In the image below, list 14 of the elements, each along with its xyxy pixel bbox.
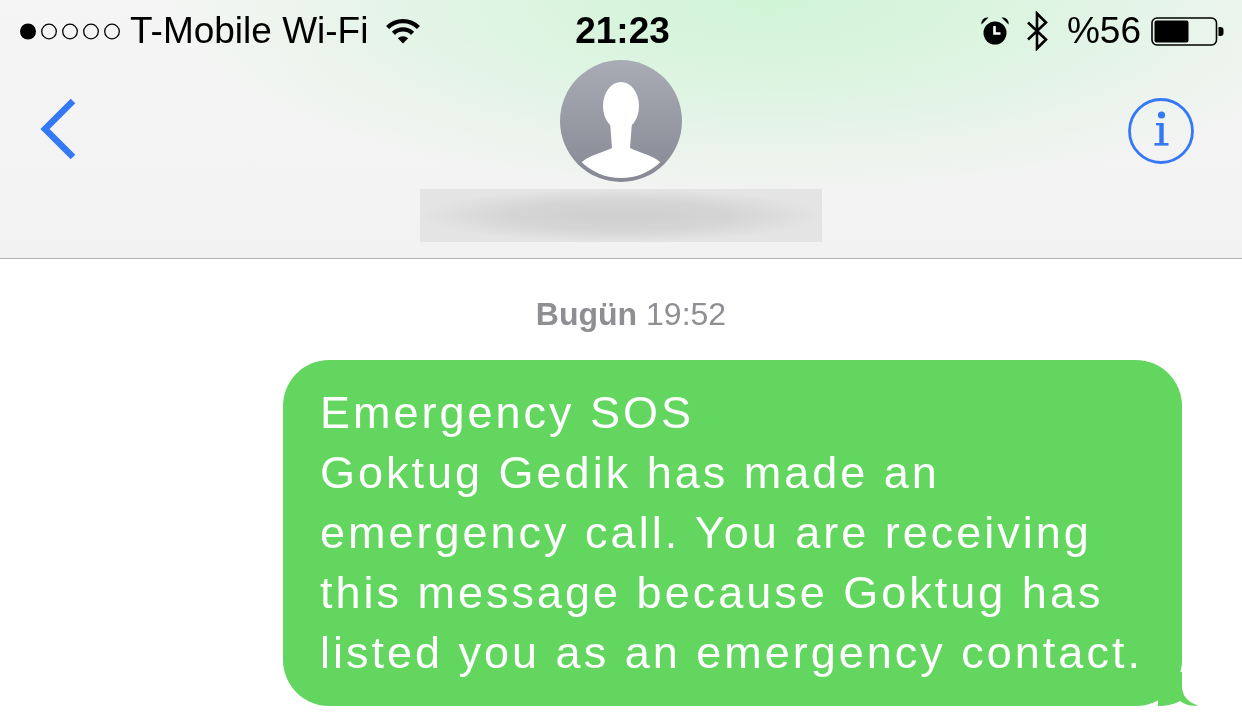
clock-time: 21:23 — [575, 10, 670, 52]
bluetooth-icon — [1025, 11, 1049, 51]
message-title: Emergency SOS — [320, 386, 696, 440]
alarm-clock-icon — [980, 17, 1009, 45]
info-button[interactable] — [1128, 98, 1194, 164]
signal-dots-icon — [20, 22, 120, 40]
carrier-label: T-Mobile Wi-Fi — [130, 10, 369, 52]
contact-avatar-icon[interactable] — [560, 60, 682, 182]
message-text: Goktug Gedik has made an emergency call. You are receiving this message because Goktug has listed you as an emergency contact. — [320, 446, 1144, 680]
battery-icon — [1151, 16, 1225, 46]
battery-percent: %56 — [1066, 10, 1141, 52]
timestamp-label: Bugün 19:52 — [535, 295, 727, 333]
info-icon — [1128, 98, 1194, 164]
wifi-icon — [385, 18, 422, 44]
